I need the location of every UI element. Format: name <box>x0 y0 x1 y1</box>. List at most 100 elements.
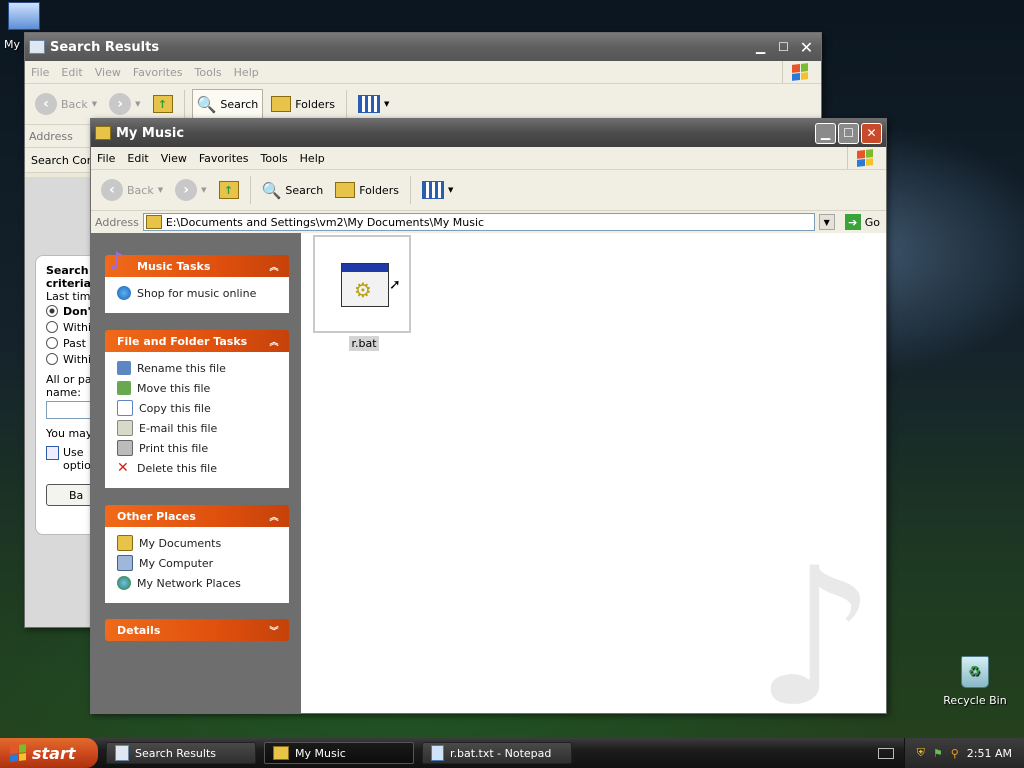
desktop-icon-recycle-bin[interactable]: ♻ Recycle Bin <box>940 656 1010 707</box>
file-tasks-header[interactable]: File and Folder Tasks ︽ <box>105 330 289 352</box>
task-delete[interactable]: ✕ Delete this file <box>117 458 289 478</box>
up-button[interactable]: ↑ <box>149 93 177 115</box>
security-shield-icon[interactable]: ⛨ <box>917 746 925 760</box>
go-arrow-icon: ➔ <box>844 214 861 230</box>
start-button[interactable]: start <box>0 738 98 768</box>
search-icon: 🔍 <box>261 180 282 200</box>
maximize-button[interactable]: ☐ <box>838 122 859 144</box>
taskbar-item-my-music[interactable]: My Music <box>264 742 414 764</box>
network-icon[interactable]: ⚑ <box>933 747 943 760</box>
place-my-network-places[interactable]: My Network Places <box>117 573 289 593</box>
task-email[interactable]: E-mail this file <box>117 418 289 438</box>
folders-button[interactable]: Folders <box>331 180 403 200</box>
folders-button[interactable]: Folders <box>267 94 339 114</box>
task-label: Print this file <box>139 441 209 455</box>
clock[interactable]: 2:51 AM <box>967 747 1012 760</box>
recycle-bin-icon: ♻ <box>961 656 989 688</box>
folders-label: Folders <box>359 183 399 197</box>
up-folder-icon: ↑ <box>218 181 239 199</box>
menu-view[interactable]: View <box>155 152 193 165</box>
search-button[interactable]: 🔍 Search <box>191 89 264 119</box>
back-arrow-icon: ‹ <box>35 93 57 115</box>
title-bar[interactable]: My Music ▁ ☐ ✕ <box>91 119 886 147</box>
maximize-button[interactable]: ☐ <box>773 37 794 58</box>
dropdown-arrow-icon: ▼ <box>201 186 207 194</box>
expand-chevron-icon[interactable]: ︾ <box>267 623 281 637</box>
up-folder-icon: ↑ <box>152 95 173 113</box>
batch-file-icon: ⚙ <box>341 263 389 307</box>
collapse-chevron-icon[interactable]: ︽ <box>267 259 281 273</box>
forward-button[interactable]: › ▼ <box>105 91 144 117</box>
task-copy[interactable]: Copy this file <box>117 398 289 418</box>
file-thumbnail-frame: ⚙ ➚ <box>313 235 411 333</box>
close-button[interactable]: ✕ <box>861 122 882 144</box>
file-item[interactable]: ⚙ ➚ r.bat <box>313 235 415 351</box>
task-label: E-mail this file <box>139 421 218 435</box>
globe-icon <box>117 286 131 300</box>
music-tasks-header[interactable]: ♪ Music Tasks ︽ <box>105 247 289 277</box>
go-button[interactable]: ➔ Go <box>839 214 886 230</box>
folders-icon <box>335 182 356 198</box>
menu-file[interactable]: File <box>25 66 55 79</box>
search-label: Search <box>220 97 259 111</box>
address-dropdown-button[interactable]: ▼ <box>818 214 835 230</box>
my-music-window: My Music ▁ ☐ ✕ File Edit View Favorites … <box>90 118 887 714</box>
menu-file[interactable]: File <box>91 152 121 165</box>
close-button[interactable]: ✕ <box>796 37 817 58</box>
place-label: My Documents <box>139 536 222 550</box>
address-field[interactable]: E:\Documents and Settings\vm2\My Documen… <box>142 213 815 231</box>
use-label-1: Use <box>63 446 84 459</box>
menu-view[interactable]: View <box>89 66 127 79</box>
menu-bar: File Edit View Favorites Tools Help <box>91 147 886 170</box>
place-my-documents[interactable]: My Documents <box>117 533 289 553</box>
search-companion-label: Search Com <box>31 153 98 167</box>
back-search-label: Ba <box>69 488 84 502</box>
minimize-button[interactable]: ▁ <box>815 122 836 144</box>
views-button[interactable]: ▼ <box>418 179 457 201</box>
menu-help[interactable]: Help <box>228 66 265 79</box>
radio-label: Withi <box>63 320 92 334</box>
collapse-chevron-icon[interactable]: ︽ <box>267 509 281 523</box>
delete-x-icon: ✕ <box>117 460 129 476</box>
menu-favorites[interactable]: Favorites <box>127 66 189 79</box>
taskbar-item-search-results[interactable]: Search Results <box>106 742 256 764</box>
collapse-chevron-icon[interactable]: ︽ <box>267 334 281 348</box>
search-window-icon <box>115 745 129 761</box>
back-button[interactable]: ‹ Back ▼ <box>97 177 167 203</box>
menu-edit[interactable]: Edit <box>121 152 154 165</box>
back-label: Back <box>61 97 88 111</box>
radio-label: Don' <box>63 304 91 318</box>
menu-tools[interactable]: Tools <box>189 66 228 79</box>
views-icon <box>421 181 444 199</box>
task-rename[interactable]: Rename this file <box>117 358 289 378</box>
file-view[interactable]: ♪ ⚙ ➚ r.bat <box>301 233 886 713</box>
views-button[interactable]: ▼ <box>354 93 393 115</box>
search-button[interactable]: 🔍 Search <box>258 179 328 202</box>
details-header[interactable]: Details ︾ <box>105 619 289 641</box>
minimize-button[interactable]: ▁ <box>750 37 771 58</box>
forward-button[interactable]: › ▼ <box>171 177 210 203</box>
other-places-header[interactable]: Other Places ︽ <box>105 505 289 527</box>
dropdown-arrow-icon: ▼ <box>447 186 454 194</box>
task-move[interactable]: Move this file <box>117 378 289 398</box>
title-bar[interactable]: Search Results ▁ ☐ ✕ <box>25 33 821 61</box>
menu-favorites[interactable]: Favorites <box>193 152 255 165</box>
task-print[interactable]: Print this file <box>117 438 289 458</box>
radio-label: Withi <box>63 352 92 366</box>
radio-icon <box>46 337 58 349</box>
up-button[interactable]: ↑ <box>215 179 243 201</box>
menu-edit[interactable]: Edit <box>55 66 88 79</box>
panel-title: Other Places <box>117 509 196 523</box>
taskbar-item-notepad[interactable]: r.bat.txt - Notepad <box>422 742 572 764</box>
search-icon[interactable]: ⚲ <box>951 747 959 760</box>
menu-help[interactable]: Help <box>294 152 331 165</box>
task-shop-music-online[interactable]: Shop for music online <box>117 283 289 303</box>
email-icon <box>117 420 133 436</box>
menu-tools[interactable]: Tools <box>255 152 294 165</box>
keyboard-icon[interactable] <box>877 747 894 759</box>
task-pane: ♪ Music Tasks ︽ Shop for music online Fi… <box>91 233 301 713</box>
rename-icon <box>117 361 131 375</box>
dropdown-arrow-icon: ▼ <box>383 100 390 108</box>
back-button[interactable]: ‹ Back ▼ <box>31 91 101 117</box>
place-my-computer[interactable]: My Computer <box>117 553 289 573</box>
